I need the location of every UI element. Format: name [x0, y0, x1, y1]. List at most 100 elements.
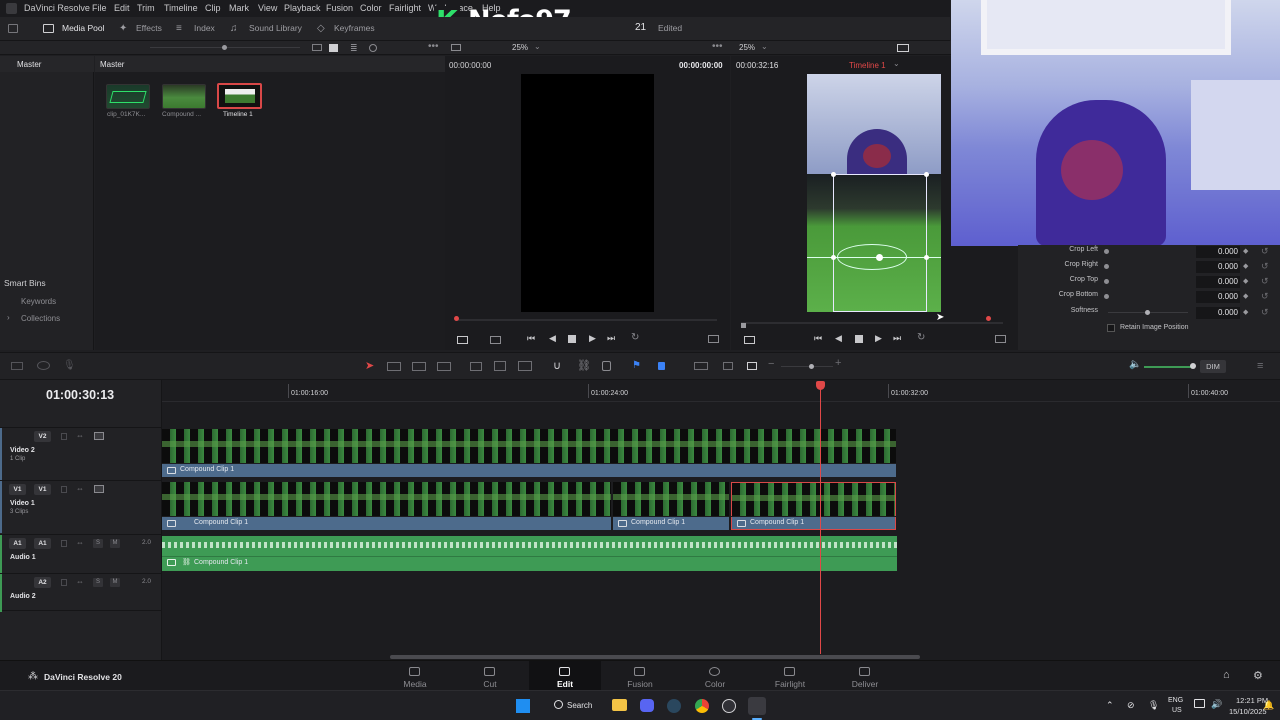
- stop-icon[interactable]: [568, 335, 576, 343]
- v1-clip-3-frames[interactable]: [731, 482, 896, 516]
- tl-skip-forward-icon[interactable]: ⏭: [893, 333, 901, 344]
- crop-left-slider[interactable]: [1104, 249, 1109, 254]
- file-explorer-icon[interactable]: [612, 699, 627, 711]
- crop-left-value[interactable]: 0.000: [1196, 246, 1240, 258]
- tray-lang-bottom[interactable]: US: [1172, 707, 1182, 714]
- tl-play-icon[interactable]: ▶: [875, 333, 882, 344]
- solo-button[interactable]: S: [93, 578, 103, 587]
- clip-thumbnail[interactable]: [106, 84, 150, 109]
- snapping-icon[interactable]: ∪: [553, 359, 561, 372]
- track-autoselect-icon[interactable]: ⇔: [76, 538, 84, 547]
- source-view-icon[interactable]: [451, 44, 461, 51]
- crop-top-slider[interactable]: [1104, 279, 1109, 284]
- master-bin[interactable]: Master: [17, 60, 41, 69]
- viewer-mode-icon[interactable]: [897, 44, 909, 52]
- timeline-viewer-name[interactable]: Timeline 1: [849, 61, 886, 70]
- zoom-slider[interactable]: [781, 366, 833, 367]
- track-v2-tag[interactable]: V2: [34, 431, 51, 442]
- menu-clip[interactable]: Clip: [205, 3, 221, 13]
- skip-back-icon[interactable]: ⏮: [527, 333, 535, 344]
- reset-icon[interactable]: ↺: [1261, 246, 1269, 257]
- track-a1-tag[interactable]: A1: [34, 538, 51, 549]
- sort-icon[interactable]: ≣: [350, 43, 358, 54]
- timeline-zoom[interactable]: 25%: [739, 43, 755, 52]
- menu-timeline[interactable]: Timeline: [164, 3, 198, 13]
- skip-forward-icon[interactable]: ⏭: [607, 333, 615, 344]
- track-v1-tag[interactable]: V1: [34, 484, 51, 495]
- tray-date[interactable]: 15/10/2025: [1229, 707, 1267, 716]
- menu-mark[interactable]: Mark: [229, 3, 249, 13]
- page-edit[interactable]: Edit: [529, 661, 601, 691]
- discord-icon[interactable]: [640, 699, 654, 712]
- list-view-icon[interactable]: [312, 44, 322, 51]
- windows-start-icon[interactable]: [516, 699, 530, 713]
- mute-button[interactable]: M: [110, 578, 120, 587]
- solo-button[interactable]: S: [93, 539, 103, 548]
- match-frame-icon[interactable]: [490, 336, 501, 344]
- play-reverse-icon[interactable]: ◀: [549, 333, 556, 344]
- keyframe-icon[interactable]: ◆: [1243, 277, 1248, 285]
- v1-clip-1-frames[interactable]: [162, 482, 611, 516]
- track-lock-icon[interactable]: [61, 433, 67, 440]
- track-lock-icon[interactable]: [61, 486, 67, 493]
- reset-icon[interactable]: ↺: [1261, 307, 1269, 318]
- taskbar-search-icon[interactable]: [554, 700, 563, 709]
- timeline-ruler[interactable]: [162, 380, 1280, 402]
- v1-compound-clip-1[interactable]: Compound Clip 1: [162, 517, 611, 530]
- current-timecode[interactable]: 01:00:30:13: [46, 388, 114, 402]
- crop-top-value[interactable]: 0.000: [1196, 276, 1240, 288]
- index-button[interactable]: Index: [194, 23, 215, 33]
- keyframes-button[interactable]: Keyframes: [334, 23, 375, 33]
- zoom-slider-knob[interactable]: [809, 364, 814, 369]
- menu-file[interactable]: File: [92, 3, 107, 13]
- speaker-icon[interactable]: 🔈: [1129, 359, 1141, 370]
- menu-fairlight[interactable]: Fairlight: [389, 3, 421, 13]
- track-autoselect-icon[interactable]: ⇔: [76, 577, 84, 586]
- media-pool-button[interactable]: Media Pool: [62, 23, 105, 33]
- link-icon[interactable]: ⛓: [577, 359, 591, 372]
- tl-stop-icon[interactable]: [855, 335, 863, 343]
- more-options-icon[interactable]: •••: [428, 41, 439, 52]
- source-playhead[interactable]: [454, 316, 459, 321]
- crop-bottom-value[interactable]: 0.000: [1196, 291, 1240, 303]
- panel-toggle-icon[interactable]: [8, 24, 18, 33]
- flag-icon[interactable]: ⚑: [632, 360, 641, 371]
- dim-button[interactable]: DIM: [1200, 360, 1226, 373]
- steam-icon[interactable]: [667, 699, 681, 713]
- more-options-icon-2[interactable]: •••: [712, 41, 723, 52]
- home-icon[interactable]: ⌂: [1223, 669, 1230, 681]
- tl-loop-icon[interactable]: ↻: [917, 332, 925, 343]
- trim-tool-icon[interactable]: [387, 362, 401, 371]
- track-view-icon[interactable]: [11, 362, 23, 370]
- keyframe-icon[interactable]: ◆: [1243, 262, 1248, 270]
- volume-slider[interactable]: [1144, 366, 1194, 368]
- page-fairlight[interactable]: Fairlight: [760, 661, 820, 691]
- softness-value[interactable]: 0.000: [1196, 307, 1240, 319]
- tl-skip-back-icon[interactable]: ⏮: [814, 333, 822, 344]
- timeline-scrub-playhead[interactable]: [986, 316, 991, 321]
- tl-extra-icon[interactable]: [995, 335, 1006, 343]
- page-media[interactable]: Media: [385, 661, 445, 691]
- tray-wifi-icon[interactable]: [1194, 699, 1205, 708]
- v2-clip-frames[interactable]: [162, 429, 896, 463]
- effects-button[interactable]: Effects: [136, 23, 162, 33]
- track-autoselect-icon[interactable]: ⇔: [76, 484, 84, 493]
- overwrite-clip-icon[interactable]: [494, 361, 506, 371]
- retain-checkbox[interactable]: [1107, 324, 1115, 332]
- softness-slider-knob[interactable]: [1145, 310, 1150, 315]
- tray-mic-icon[interactable]: 🎙: [1148, 700, 1159, 711]
- timeline-scrollbar[interactable]: [390, 655, 920, 659]
- taskbar-search[interactable]: Search: [567, 701, 592, 710]
- timeline-scrub-start[interactable]: [741, 323, 746, 328]
- crop-bottom-slider[interactable]: [1104, 294, 1109, 299]
- collections-bin[interactable]: Collections: [21, 314, 60, 323]
- menu-trim[interactable]: Trim: [137, 3, 155, 13]
- track-autoselect-icon[interactable]: ⇔: [76, 431, 84, 440]
- track-a1-source-tag[interactable]: A1: [9, 538, 26, 549]
- crop-right-value[interactable]: 0.000: [1196, 261, 1240, 273]
- insert-clip-icon[interactable]: [470, 362, 482, 371]
- keyframe-icon[interactable]: ◆: [1243, 292, 1248, 300]
- viewer-options-icon[interactable]: [457, 336, 468, 344]
- track-enable-icon[interactable]: [94, 432, 104, 440]
- page-color[interactable]: Color: [685, 661, 745, 691]
